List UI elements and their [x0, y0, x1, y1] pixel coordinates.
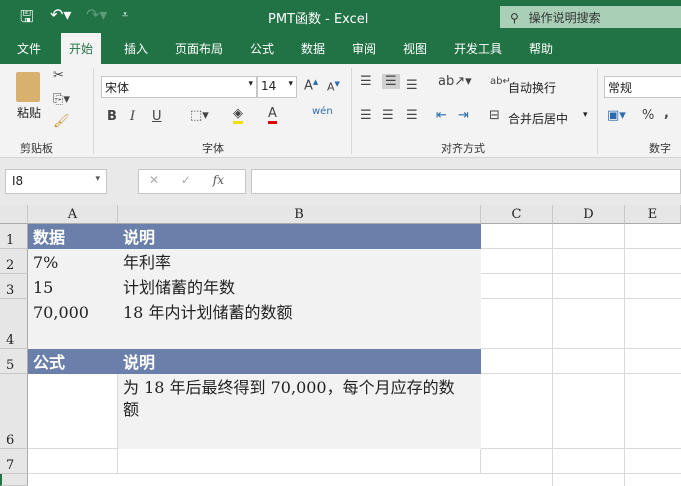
- ribbon: 粘贴 ✂ ⎘▾ 🖌 剪贴板 宋体 ▾ 14 ▾ A▲ A▼ B I U ⬚▾ ◈ A…: [0, 64, 681, 158]
- bold-button[interactable]: B: [107, 109, 117, 124]
- ribbon-tabs: 文件 开始 插入 页面布局 公式 数据 审阅 视图 开发工具 帮助: [0, 33, 681, 64]
- paste-button[interactable]: 粘贴: [17, 104, 41, 121]
- cell-a6[interactable]: [28, 374, 118, 449]
- window-title: PMT函数 - Excel: [268, 12, 369, 27]
- merge-dropdown-icon[interactable]: ▾: [583, 110, 588, 120]
- column-header-e[interactable]: E: [625, 205, 681, 224]
- phonetic-icon[interactable]: wén: [312, 106, 333, 117]
- row-header-7[interactable]: 7: [0, 449, 28, 474]
- paste-icon[interactable]: [16, 72, 40, 102]
- name-box[interactable]: I8 ▾: [5, 169, 107, 194]
- search-icon: ⚲: [510, 11, 519, 25]
- wrap-text-button[interactable]: 自动换行: [508, 79, 556, 96]
- insert-function-icon[interactable]: fx: [213, 173, 224, 187]
- cell-a1[interactable]: 数据: [28, 224, 118, 249]
- merge-center-button[interactable]: 合并后居中: [508, 110, 568, 127]
- select-all-corner[interactable]: [0, 205, 28, 224]
- tab-insert[interactable]: 插入: [124, 40, 148, 57]
- underline-button[interactable]: U: [152, 109, 162, 124]
- cell-b1[interactable]: 说明: [118, 224, 481, 249]
- tab-review[interactable]: 审阅: [352, 40, 376, 57]
- save-icon[interactable]: 🖫: [20, 6, 34, 33]
- clipboard-group-label: 剪贴板: [20, 142, 53, 155]
- row-header-5[interactable]: 5: [0, 349, 28, 374]
- tab-formulas[interactable]: 公式: [250, 40, 274, 57]
- align-bottom-icon[interactable]: ☰: [406, 78, 418, 93]
- accounting-format-icon[interactable]: ▣▾: [607, 108, 626, 123]
- align-middle-icon[interactable]: ☰: [382, 74, 400, 89]
- cell-b3[interactable]: 计划储蓄的年数: [118, 274, 481, 299]
- align-center-icon[interactable]: ☰: [382, 108, 394, 123]
- align-right-icon[interactable]: ☰: [406, 108, 418, 123]
- cell-b5[interactable]: 说明: [118, 349, 481, 374]
- merge-icon[interactable]: ⊟: [489, 108, 500, 123]
- tab-data[interactable]: 数据: [301, 40, 325, 57]
- cell-a2[interactable]: 7%: [28, 249, 118, 274]
- font-group-label: 字体: [202, 142, 224, 155]
- column-header-b[interactable]: B: [118, 205, 481, 224]
- cell-a3[interactable]: 15: [28, 274, 118, 299]
- tab-help[interactable]: 帮助: [529, 40, 553, 57]
- empty-columns-c-e[interactable]: [481, 224, 681, 486]
- font-name-value: 宋体: [105, 81, 130, 95]
- format-painter-icon[interactable]: 🖌: [53, 114, 70, 129]
- row-header-8[interactable]: [0, 474, 28, 486]
- font-size-value: 14: [261, 79, 277, 93]
- tab-home[interactable]: 开始: [61, 33, 102, 64]
- borders-icon[interactable]: ⬚▾: [190, 108, 209, 123]
- tab-view[interactable]: 视图: [403, 40, 427, 57]
- font-size-select[interactable]: 14 ▾: [257, 76, 297, 98]
- increase-indent-icon[interactable]: ⇥: [458, 108, 469, 123]
- number-format-value: 常规: [608, 81, 633, 95]
- cell-a7[interactable]: [28, 449, 118, 474]
- align-top-icon[interactable]: ☰: [360, 74, 372, 89]
- search-box[interactable]: ⚲ 操作说明搜索: [500, 6, 681, 28]
- cancel-icon[interactable]: ✕: [149, 173, 159, 187]
- tab-page-layout[interactable]: 页面布局: [175, 40, 223, 57]
- alignment-group-label: 对齐方式: [441, 142, 485, 155]
- row-header-6[interactable]: 6: [0, 374, 28, 449]
- tab-file[interactable]: 文件: [17, 40, 41, 57]
- column-header-d[interactable]: D: [553, 205, 625, 224]
- cut-icon[interactable]: ✂: [53, 68, 64, 83]
- undo-icon[interactable]: ↶▾: [50, 5, 71, 24]
- formula-input[interactable]: [251, 169, 681, 194]
- row-header-4[interactable]: 4: [0, 299, 28, 349]
- enter-icon[interactable]: ✓: [181, 173, 191, 187]
- column-header-c[interactable]: C: [481, 205, 553, 224]
- redo-icon[interactable]: ↷▾: [86, 5, 107, 24]
- cell-b2[interactable]: 年利率: [118, 249, 481, 274]
- decrease-font-icon[interactable]: A▼: [327, 80, 340, 94]
- cell-b7[interactable]: [118, 449, 481, 474]
- name-box-value: I8: [12, 174, 24, 188]
- comma-style-icon[interactable]: ,: [664, 106, 669, 121]
- increase-font-icon[interactable]: A▲: [304, 78, 318, 93]
- cell-a4[interactable]: 70,000: [28, 299, 118, 349]
- row-header-2[interactable]: 2: [0, 249, 28, 274]
- formula-buttons: ✕ ✓ fx: [138, 169, 246, 194]
- customize-icon[interactable]: ⩡: [122, 8, 128, 22]
- search-placeholder: 操作说明搜索: [528, 11, 601, 25]
- percent-button[interactable]: %: [642, 108, 654, 123]
- row-header-1[interactable]: 1: [0, 224, 28, 249]
- decrease-indent-icon[interactable]: ⇤: [436, 108, 447, 123]
- orientation-icon[interactable]: ab↗▾: [438, 74, 472, 89]
- number-format-select[interactable]: 常规: [604, 76, 681, 98]
- column-header-a[interactable]: A: [28, 205, 118, 224]
- row-header-3[interactable]: 3: [0, 274, 28, 299]
- cell-a5[interactable]: 公式: [28, 349, 118, 374]
- font-name-select[interactable]: 宋体 ▾: [101, 76, 257, 98]
- tab-developer[interactable]: 开发工具: [454, 40, 502, 57]
- cell-b6[interactable]: 为 18 年后最终得到 70,000，每个月应存的数额: [118, 374, 481, 449]
- formula-bar: I8 ▾ ✕ ✓ fx: [0, 158, 681, 205]
- fill-color-icon[interactable]: ◈: [233, 106, 243, 124]
- cell-b4[interactable]: 18 年内计划储蓄的数额: [118, 299, 481, 349]
- copy-icon[interactable]: ⎘▾: [53, 92, 70, 107]
- italic-button[interactable]: I: [130, 109, 135, 124]
- font-color-icon[interactable]: A: [268, 106, 277, 124]
- align-left-icon[interactable]: ☰: [360, 108, 372, 123]
- number-group-label: 数字: [649, 142, 671, 155]
- title-bar: 🖫 ↶▾ ↷▾ ⩡ PMT函数 - Excel ⚲ 操作说明搜索: [0, 0, 681, 33]
